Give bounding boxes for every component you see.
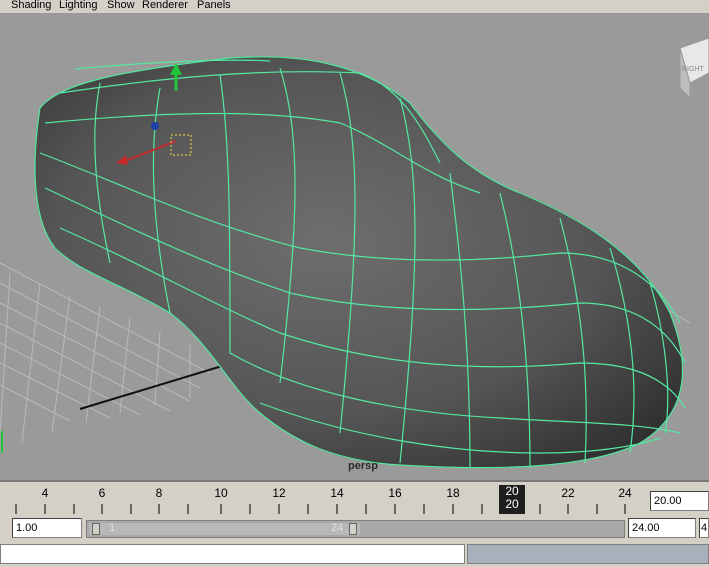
menu-lighting[interactable]: Lighting [59, 0, 98, 12]
tick-label: 24 [618, 486, 632, 500]
range-slider-end-label: 24 [331, 522, 344, 534]
menu-show[interactable]: Show [107, 0, 135, 12]
tick-label: 12 [272, 486, 286, 500]
current-frame-value: 20 [505, 497, 519, 511]
menu-panels[interactable]: Panels [197, 0, 231, 12]
view-cube-label: RIGHT [682, 66, 705, 73]
range-start-field[interactable]: 1.00 [12, 518, 82, 538]
range-slider-start-label: 1 [109, 522, 116, 534]
car-model[interactable] [34, 56, 686, 469]
tick-label: 14 [330, 486, 344, 500]
tick-label: 22 [561, 486, 575, 500]
range-slider[interactable]: 1 24 [86, 520, 625, 538]
time-slider[interactable]: 4 6 8 10 12 14 16 18 20 20 22 24 20.00 [0, 480, 709, 519]
menu-renderer[interactable]: Renderer [142, 0, 188, 12]
command-line-input[interactable] [0, 544, 465, 564]
camera-label: persp [348, 460, 378, 472]
range-slider-bar: 1.00 1 24 24.00 4 [0, 517, 709, 541]
range-end-field[interactable]: 24.00 [628, 518, 696, 538]
viewport-menu-bar: Shading Lighting Show Renderer Panels [0, 0, 709, 13]
current-time-field[interactable]: 20.00 [650, 491, 709, 511]
tick-label: 10 [214, 486, 228, 500]
view-cube[interactable]: RIGHT [679, 37, 709, 100]
tick-label: 8 [155, 486, 163, 500]
tick-label: 6 [98, 486, 106, 500]
range-end-handle[interactable] [349, 523, 357, 535]
current-frame-marker[interactable]: 20 20 [499, 485, 525, 514]
menu-shading[interactable]: Shading [11, 0, 51, 12]
range-start-handle[interactable] [92, 523, 100, 535]
tick-label: 4 [41, 486, 49, 500]
command-result-field [467, 544, 709, 564]
tick-label: 16 [388, 486, 402, 500]
playback-end-field[interactable]: 4 [699, 518, 709, 538]
command-line-bar [0, 541, 709, 567]
scene-canvas[interactable]: RIGHT [0, 13, 709, 480]
x-axis-line [79, 362, 233, 410]
range-slider-track [89, 523, 360, 535]
tick-label: 18 [446, 486, 460, 500]
perspective-viewport[interactable]: RIGHT persp [0, 13, 709, 480]
